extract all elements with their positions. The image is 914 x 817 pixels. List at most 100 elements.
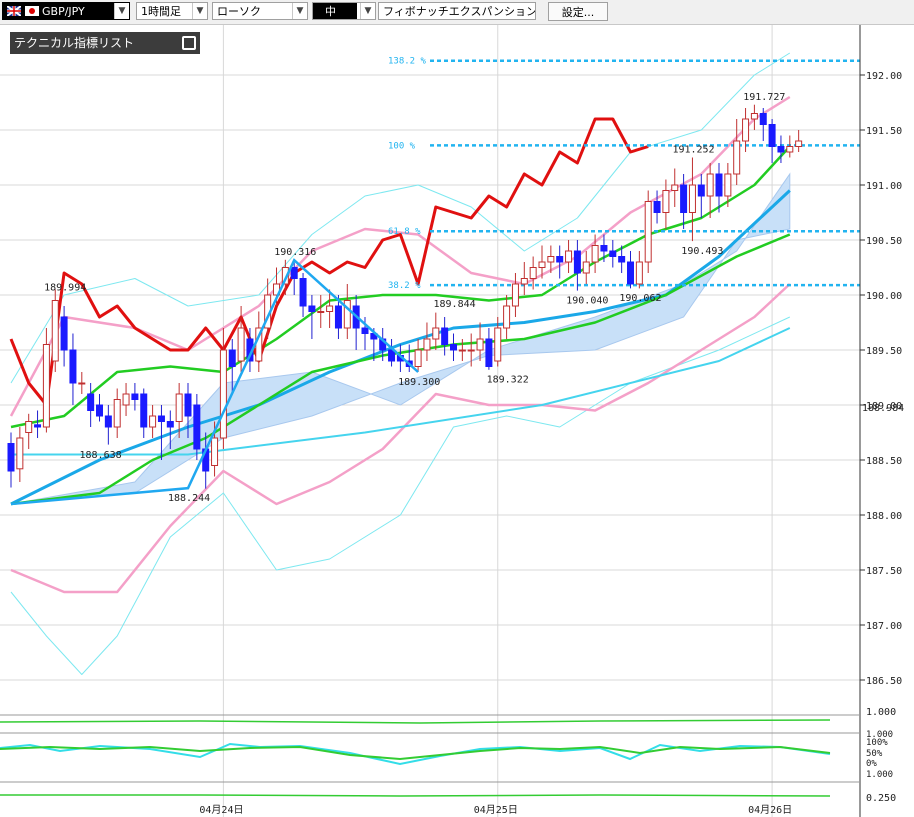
price-tick-label: 190.50 [866, 236, 902, 247]
candle-body [485, 338, 493, 367]
size-select[interactable]: 中 ▼ [312, 2, 376, 20]
date-label: 04月25日 [474, 804, 518, 816]
candle-body [467, 349, 475, 352]
candle-body [334, 305, 342, 329]
timeframe-label: 1時間足 [141, 5, 181, 18]
panel2-slow-line [0, 745, 831, 761]
candle-body [388, 349, 396, 362]
candle-body [556, 256, 564, 263]
candle-body [78, 382, 86, 385]
candle-body [60, 316, 68, 351]
panel3-axis-label: 0.250 [866, 793, 896, 804]
date-axis: 04月24日 04月25日 04月26日 [199, 804, 792, 816]
candle-body [113, 399, 121, 428]
uk-flag-icon [6, 5, 22, 17]
candle-body [600, 245, 608, 252]
candle-body [688, 184, 696, 213]
candle-body [538, 261, 546, 268]
candle-body [653, 201, 661, 213]
candle-body [414, 349, 422, 367]
fib-level-label: 100 % [388, 141, 416, 151]
candle-body [219, 349, 227, 439]
candle-body [511, 283, 519, 307]
candle-body [122, 393, 130, 406]
panel2-axis-label: 1.000 [866, 770, 893, 780]
candle-body [104, 415, 112, 428]
candle-body [635, 261, 643, 285]
candle-body [317, 311, 325, 313]
candle-body [149, 415, 157, 428]
candle-body [786, 146, 794, 153]
candle-body [697, 184, 705, 197]
price-tick-label: 192.00 [866, 71, 902, 82]
drawing-tool-label: フィボナッチエクスパンション [383, 5, 536, 18]
candle-body [34, 424, 42, 428]
candle-body [228, 349, 236, 367]
price-axis: 192.00191.50191.00190.50190.00189.50189.… [859, 25, 904, 817]
candle-body [768, 124, 776, 147]
candle-body [591, 245, 599, 263]
bb-up2-line [10, 52, 791, 384]
candle-body [644, 201, 652, 263]
candle-body [627, 261, 634, 285]
panel1-axis-label: 1.000 [866, 707, 896, 718]
price-tick-label: 187.50 [866, 566, 902, 577]
price-chart[interactable]: 138.2 % 100 % 61.8 % 38.2 % 189.994 188.638 1… [0, 25, 914, 817]
candle-body [458, 349, 466, 352]
panel2-axis-label: 50% [866, 749, 883, 759]
fibonacci-expansion: 138.2 % 100 % 61.8 % 38.2 % [388, 57, 860, 291]
candle-body [618, 256, 626, 263]
swing-price-label: 188.244 [168, 493, 210, 504]
price-tick-label: 186.50 [866, 676, 902, 687]
settings-button[interactable]: 設定... [548, 2, 608, 21]
candle-body [166, 421, 174, 428]
candle-body [573, 250, 581, 274]
panel2-fast-line [0, 742, 831, 766]
candle-body [7, 443, 15, 472]
timeframe-select[interactable]: 1時間足 ▼ [136, 2, 208, 20]
chevron-down-icon: ▼ [192, 3, 207, 19]
chart-type-label: ローソク [217, 5, 261, 18]
chevron-down-icon: ▼ [292, 3, 307, 19]
panel2-axis-label: 0% [866, 759, 877, 769]
candle-body [582, 261, 590, 274]
candle-body [777, 146, 785, 153]
candle-body [662, 190, 670, 213]
candle-body [361, 327, 369, 334]
drawing-tool-field[interactable]: フィボナッチエクスパンション [378, 2, 536, 20]
pair-select[interactable]: GBP/JPY ▼ [2, 2, 130, 20]
candle-body [193, 404, 201, 450]
chart-type-select[interactable]: ローソク ▼ [212, 2, 308, 20]
candle-body [42, 344, 50, 428]
date-label: 04月26日 [748, 804, 792, 816]
swing-price-label: 190.316 [274, 247, 316, 258]
candle-body [184, 393, 192, 417]
candle-body [131, 393, 139, 400]
candle-body [211, 437, 219, 466]
swing-price-label: 189.994 [44, 283, 86, 294]
candle-body [565, 250, 573, 263]
candle-body [237, 327, 245, 362]
swing-price-label: 189.844 [434, 299, 476, 310]
candle-body [724, 173, 732, 197]
candle-body [795, 140, 803, 147]
candle-body [69, 349, 77, 384]
size-label: 中 [313, 3, 357, 19]
candle-body [87, 393, 95, 411]
pair-label: GBP/JPY [42, 5, 85, 18]
swing-price-label: 188.638 [80, 450, 122, 461]
swing-price-label: 191.727 [743, 92, 785, 103]
swing-price-label: 190.062 [619, 293, 661, 304]
candle-body [609, 250, 617, 257]
candle-body [671, 184, 679, 191]
candle-body [140, 393, 148, 428]
candle-body [750, 113, 758, 120]
bb-lo1-line [10, 283, 791, 594]
swing-price-label: 189.322 [487, 375, 529, 386]
swing-price-label: 190.040 [566, 296, 608, 307]
candle-body [157, 415, 165, 422]
chevron-down-icon: ▼ [360, 3, 375, 19]
price-tick-label: 191.00 [866, 181, 902, 192]
candle-body [450, 344, 457, 351]
candle-body [680, 184, 688, 213]
